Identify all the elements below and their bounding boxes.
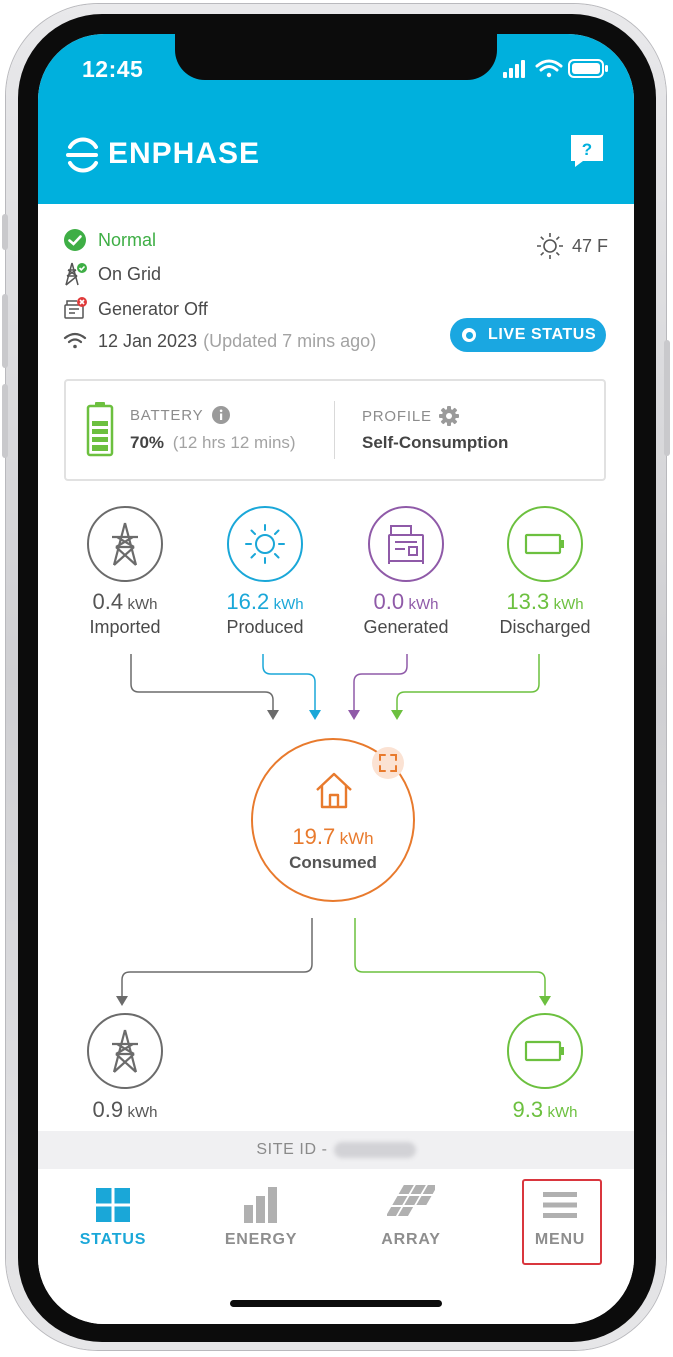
battery-charge-node[interactable] (506, 1012, 584, 1090)
site-id-redacted (333, 1142, 416, 1158)
battery-discharge-node[interactable] (506, 505, 584, 583)
imported-value: 0.4 (92, 589, 124, 614)
energy-flow-lines (116, 654, 551, 1006)
volume-down-button (2, 384, 8, 458)
produced-value: 16.2 (226, 589, 270, 614)
charged-label-group: 9.3 kWh (470, 1097, 620, 1123)
nav-menu[interactable]: MENU (505, 1179, 615, 1249)
generated-unit: kWh (408, 596, 439, 613)
produced-flow-line (262, 654, 316, 712)
nav-array-label: ARRAY (381, 1231, 441, 1248)
charged-flow-line (354, 918, 546, 998)
discharged-value: 13.3 (506, 589, 550, 614)
home-icon (316, 772, 352, 809)
generated-flow-line (353, 654, 408, 712)
solar-array-icon (387, 1185, 435, 1216)
expand-button[interactable] (371, 746, 405, 780)
generated-label-group: 0.0 kWh Generated (331, 589, 481, 638)
exported-value: 0.9 (92, 1097, 124, 1122)
grid-import-node[interactable] (86, 505, 164, 583)
nav-menu-label: MENU (534, 1231, 586, 1248)
generated-value: 0.0 (373, 589, 405, 614)
site-id-label: SITE ID - (256, 1141, 328, 1158)
charged-unit: kWh (547, 1104, 578, 1121)
consumed-value-row: 19.7 kWh (253, 824, 413, 850)
imported-arrow-icon (267, 710, 279, 720)
discharged-label-group: 13.3 kWh Discharged (470, 589, 620, 638)
charged-value: 9.3 (512, 1097, 544, 1122)
consumed-value: 19.7 (292, 824, 336, 849)
bar-chart-icon (244, 1187, 277, 1223)
solar-produced-node[interactable] (226, 505, 304, 583)
app-screen: 12:45 ENPHASE ? Normal On Grid Generator… (38, 34, 634, 1324)
mute-switch (2, 214, 8, 250)
produced-label-group: 16.2 kWh Produced (190, 589, 340, 638)
site-id-bar: SITE ID - (38, 1131, 634, 1169)
exported-label-group: 0.9 kWh (50, 1097, 200, 1123)
battery-icon (524, 533, 564, 555)
generated-label: Generated (363, 617, 449, 637)
generated-arrow-icon (348, 710, 360, 720)
power-button (664, 340, 670, 456)
grid-tower-icon (112, 522, 138, 566)
generator-icon (388, 525, 424, 564)
hamburger-menu-icon (543, 1192, 577, 1218)
nav-energy-label: ENERGY (224, 1231, 298, 1248)
imported-label: Imported (89, 617, 161, 637)
exported-unit: kWh (127, 1104, 158, 1121)
volume-up-button (2, 294, 8, 368)
discharged-label: Discharged (499, 617, 591, 637)
nav-energy[interactable]: ENERGY (206, 1179, 316, 1249)
exported-arrow-icon (116, 996, 128, 1006)
discharged-flow-line (396, 654, 540, 712)
consumed-label: Consumed (289, 853, 377, 872)
charged-arrow-icon (539, 996, 551, 1006)
discharged-arrow-icon (391, 710, 403, 720)
battery-icon (524, 1040, 564, 1062)
produced-arrow-icon (309, 710, 321, 720)
produced-label: Produced (226, 617, 304, 637)
imported-label-group: 0.4 kWh Imported (50, 589, 200, 638)
grid-tower-icon (112, 1029, 138, 1073)
produced-unit: kWh (273, 596, 304, 613)
discharged-unit: kWh (553, 596, 584, 613)
exported-flow-line (121, 918, 313, 998)
home-indicator[interactable] (230, 1300, 442, 1307)
grid-export-node[interactable] (86, 1012, 164, 1090)
imported-unit: kWh (127, 596, 158, 613)
consumed-unit: kWh (339, 829, 374, 848)
generator-node[interactable] (367, 505, 445, 583)
status-grid-icon (96, 1188, 130, 1222)
imported-flow-line (130, 654, 274, 712)
nav-status-label: STATUS (79, 1231, 147, 1248)
nav-status[interactable]: STATUS (58, 1179, 168, 1249)
sun-icon (245, 524, 285, 564)
nav-array[interactable]: ARRAY (356, 1179, 466, 1249)
